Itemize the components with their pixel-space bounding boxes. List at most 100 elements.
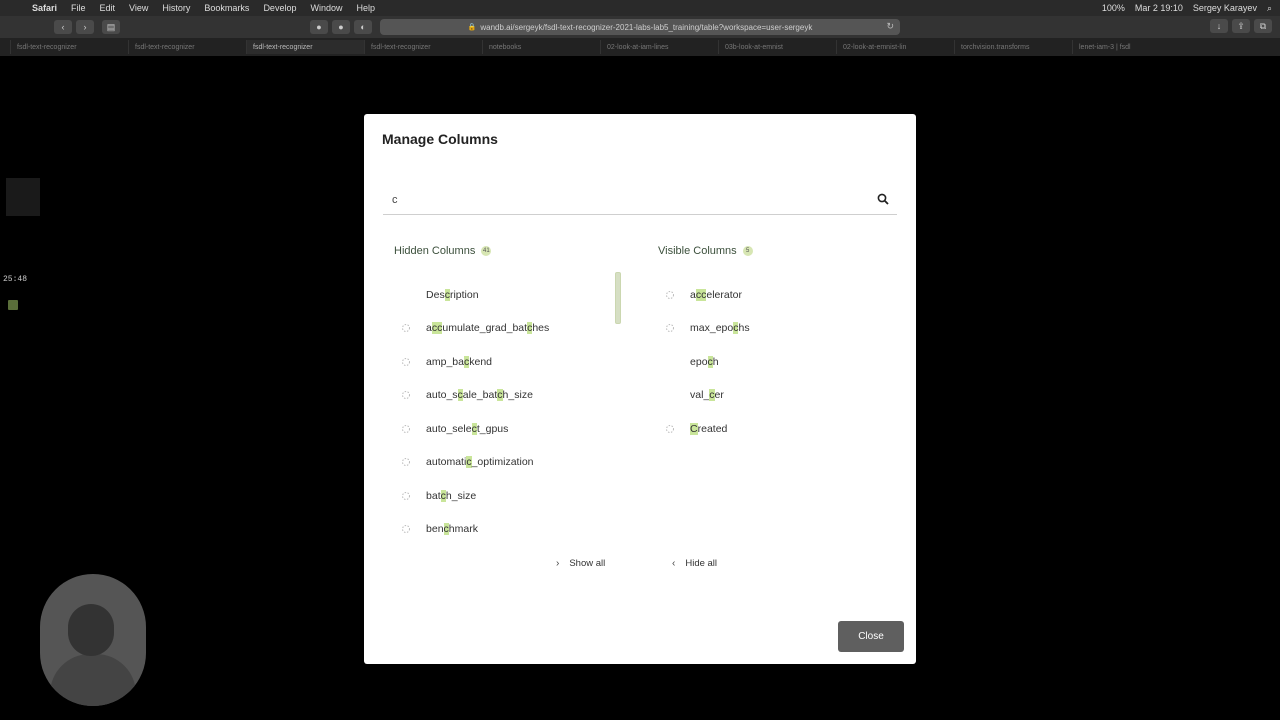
visible-column-item[interactable]: max_epochs: [665, 312, 885, 346]
modal-title: Manage Columns: [382, 131, 498, 147]
webcam-person-head: [68, 604, 114, 656]
visible-column-item[interactable]: accelerator: [665, 278, 885, 312]
browser-tab[interactable]: fsdl-text-recognizer: [364, 40, 482, 54]
hidden-column-item[interactable]: Description: [401, 278, 621, 312]
download-icon[interactable]: ↓: [1210, 19, 1228, 33]
clock[interactable]: Mar 2 19:10: [1135, 3, 1183, 13]
tab-overview-icon[interactable]: ⧉: [1254, 19, 1272, 33]
extension-icon[interactable]: ●: [310, 20, 328, 34]
column-name: epoch: [690, 355, 719, 368]
column-name: accelerator: [690, 288, 742, 301]
column-name: benchmark: [426, 523, 478, 536]
share-icon[interactable]: ⇪: [1232, 19, 1250, 33]
hidden-column-item[interactable]: accumulate_grad_batches: [401, 312, 621, 346]
column-search-input[interactable]: [392, 192, 862, 208]
menu-develop[interactable]: Develop: [263, 3, 296, 13]
user-name[interactable]: Sergey Karayev: [1193, 3, 1257, 13]
webcam-person-body: [50, 654, 136, 706]
browser-tab[interactable]: fsdl-text-recognizer: [10, 40, 128, 54]
hidden-column-item[interactable]: benchmark: [401, 513, 621, 547]
show-all-label: Show all: [569, 558, 606, 569]
visible-column-item[interactable]: Created: [665, 412, 885, 446]
hidden-columns-label: Hidden Columns: [394, 245, 476, 257]
chevron-left-icon: ‹: [672, 558, 676, 569]
drag-handle-icon[interactable]: [401, 457, 411, 467]
browser-tab-active[interactable]: fsdl-text-recognizer: [246, 40, 364, 54]
column-name: auto_scale_batch_size: [426, 389, 533, 402]
menu-bookmarks[interactable]: Bookmarks: [204, 3, 249, 13]
hidden-columns-list: Description accumulate_grad_batches amp_…: [401, 278, 621, 546]
drag-handle-icon[interactable]: [401, 357, 411, 367]
column-name: automatic_optimization: [426, 456, 534, 469]
webcam-overlay: [40, 574, 146, 706]
browser-tab[interactable]: 03b-look-at-emnist: [718, 40, 836, 54]
visible-column-item[interactable]: val_cer: [665, 379, 885, 413]
hidden-list-scrollbar[interactable]: [615, 272, 621, 324]
extension-icon-2[interactable]: ●: [332, 20, 350, 34]
forward-arrow-icon[interactable]: ›: [76, 20, 94, 34]
reload-icon[interactable]: ↻: [886, 21, 894, 32]
browser-toolbar: ‹ › ▤ ● ● ◐ 🔒 wandb.ai/sergeyk/fsdl-text…: [0, 16, 1280, 38]
browser-tab[interactable]: lenet-iam-3 | fsdl: [1072, 40, 1190, 54]
hidden-column-item[interactable]: batch_size: [401, 479, 621, 513]
chevron-right-icon: ›: [556, 558, 560, 569]
macos-menubar: Safari File Edit View History Bookmarks …: [0, 0, 1280, 16]
drag-handle-icon[interactable]: [665, 424, 675, 434]
address-bar[interactable]: 🔒 wandb.ai/sergeyk/fsdl-text-recognizer-…: [380, 19, 900, 35]
spotlight-search-icon[interactable]: ⌕: [1267, 3, 1272, 14]
lock-icon: 🔒: [467, 24, 477, 31]
visible-columns-list: accelerator max_epochs epoch val_cer Cre…: [665, 278, 885, 446]
hidden-column-item[interactable]: auto_scale_batch_size: [401, 379, 621, 413]
column-name: Created: [690, 422, 728, 435]
visible-column-item[interactable]: epoch: [665, 345, 885, 379]
visible-columns-label: Visible Columns: [658, 245, 737, 257]
backdrop-indicator: [8, 300, 18, 310]
drag-handle-icon[interactable]: [665, 290, 675, 300]
browser-tab[interactable]: notebooks: [482, 40, 600, 54]
browser-tab[interactable]: 02-look-at-emnist-lin: [836, 40, 954, 54]
sidebar-icon[interactable]: ▤: [102, 20, 120, 34]
search-icon[interactable]: [877, 193, 889, 205]
menu-help[interactable]: Help: [356, 3, 375, 13]
menubar-status-area: 100% Mar 2 19:10 Sergey Karayev ⌕: [1092, 0, 1272, 16]
backdrop-timer: 25:48: [3, 275, 28, 284]
battery-percent[interactable]: 100%: [1102, 3, 1125, 13]
column-name: accumulate_grad_batches: [426, 322, 550, 335]
hidden-column-item[interactable]: automatic_optimization: [401, 446, 621, 480]
menu-window[interactable]: Window: [310, 3, 342, 13]
menu-edit[interactable]: Edit: [100, 3, 116, 13]
menu-app-name[interactable]: Safari: [32, 3, 57, 13]
close-button[interactable]: Close: [838, 621, 904, 652]
menu-view[interactable]: View: [129, 3, 148, 13]
drag-handle-icon[interactable]: [401, 390, 411, 400]
show-all-button[interactable]: › Show all: [556, 558, 605, 569]
hide-all-button[interactable]: ‹ Hide all: [672, 558, 717, 569]
browser-tab[interactable]: 02-look-at-iam-lines: [600, 40, 718, 54]
hidden-column-item[interactable]: amp_backend: [401, 345, 621, 379]
column-name: batch_size: [426, 489, 477, 502]
manage-columns-modal: Manage Columns Hidden Columns 41 Descrip…: [364, 114, 916, 664]
hidden-columns-header: Hidden Columns 41: [394, 245, 492, 257]
drag-handle-icon[interactable]: [401, 491, 411, 501]
drag-handle-icon[interactable]: [401, 524, 411, 534]
backdrop-panel: [6, 178, 40, 216]
hidden-column-item[interactable]: auto_select_gpus: [401, 412, 621, 446]
tab-bar: fsdl-text-recognizer fsdl-text-recognize…: [0, 38, 1280, 56]
hide-all-label: Hide all: [685, 558, 718, 569]
visible-columns-header: Visible Columns 5: [658, 245, 753, 257]
column-name: val_cer: [690, 389, 724, 402]
back-arrow-icon[interactable]: ‹: [54, 20, 72, 34]
column-name: auto_select_gpus: [426, 422, 509, 435]
drag-handle-icon[interactable]: [665, 323, 675, 333]
reader-privacy-icon[interactable]: ◐: [354, 20, 372, 34]
column-name: max_epochs: [690, 322, 750, 335]
column-search: [383, 186, 897, 215]
menu-history[interactable]: History: [162, 3, 190, 13]
drag-handle-icon[interactable]: [401, 323, 411, 333]
toolbar-right: ↓ ⇪ ⧉: [1206, 19, 1272, 33]
browser-tab[interactable]: torchvision.transforms: [954, 40, 1072, 54]
drag-handle-icon[interactable]: [401, 424, 411, 434]
menu-file[interactable]: File: [71, 3, 86, 13]
browser-tab[interactable]: fsdl-text-recognizer: [128, 40, 246, 54]
column-name: Description: [426, 288, 479, 301]
